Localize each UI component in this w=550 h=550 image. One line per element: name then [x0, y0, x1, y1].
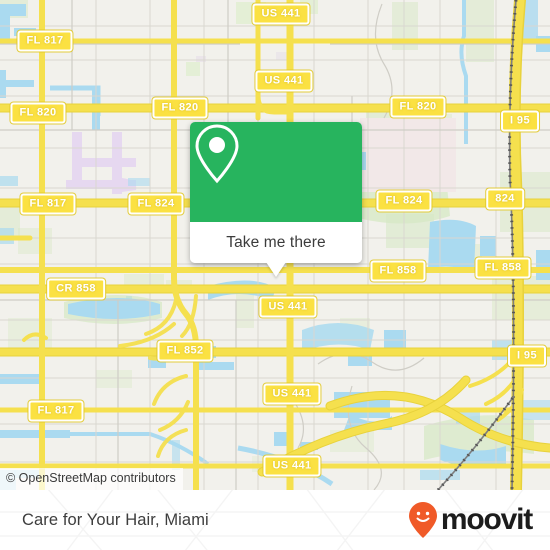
road-shield: FL 824: [376, 190, 432, 212]
road-shield: FL 817: [20, 193, 76, 215]
moovit-wordmark: moovit: [440, 503, 533, 536]
road-shield: 824: [486, 188, 524, 210]
place-title: Care for Your Hair, Miami: [22, 510, 209, 529]
map-attribution[interactable]: © OpenStreetMap contributors: [0, 468, 183, 490]
footer-bar: Care for Your Hair, Miami moovit: [0, 490, 550, 550]
take-me-there-button[interactable]: Take me there: [190, 222, 362, 263]
map-pin-icon: [195, 124, 239, 184]
road-shield: I 95: [501, 110, 539, 132]
road-shield: I 95: [508, 345, 546, 367]
road-shield: US 441: [263, 455, 321, 477]
take-me-there-callout[interactable]: Take me there: [190, 122, 362, 277]
map-canvas[interactable]: .w { fill:#aadaf0; } .wl { stroke:#aadaf…: [0, 0, 550, 490]
moovit-location-card: .w { fill:#aadaf0; } .wl { stroke:#aadaf…: [0, 0, 550, 550]
road-shield: CR 858: [47, 278, 105, 300]
road-shield: FL 852: [157, 340, 213, 362]
moovit-smiley-pin-icon: [408, 502, 437, 538]
moovit-logo[interactable]: moovit: [408, 490, 533, 550]
road-shield: FL 817: [17, 30, 73, 52]
road-shield: US 441: [263, 383, 321, 405]
road-shield: FL 824: [128, 193, 184, 215]
road-shield: US 441: [252, 3, 310, 25]
road-shield: US 441: [259, 296, 317, 318]
callout-tail: [266, 262, 286, 277]
road-shield: FL 820: [10, 102, 66, 124]
road-shield: FL 858: [475, 257, 531, 279]
road-shield: FL 858: [370, 260, 426, 282]
road-shield: FL 817: [28, 400, 84, 422]
road-shield: US 441: [255, 70, 313, 92]
road-shield: FL 820: [152, 97, 208, 119]
callout-pin-panel: [190, 122, 362, 222]
road-shield: FL 820: [390, 96, 446, 118]
